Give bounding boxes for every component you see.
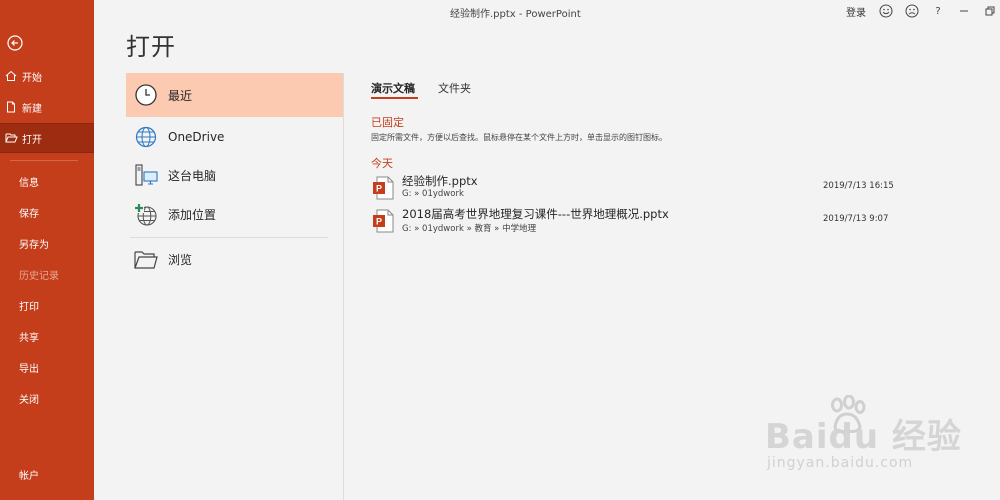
file-date: 2019/7/13 9:07	[823, 214, 889, 224]
file-name: 2018届高考世界地理复习课件---世界地理概况.pptx	[402, 207, 669, 221]
baidu-watermark: Baidu 经验 jingyan.baidu.com	[765, 395, 980, 490]
nav-item-history: 历史记录	[19, 270, 59, 282]
pptx-file-icon: P	[373, 176, 394, 200]
svg-text:P: P	[376, 184, 382, 194]
place-onedrive[interactable]: OneDrive	[126, 117, 343, 156]
minimize-icon[interactable]	[956, 3, 972, 19]
nav-item-account[interactable]: 帐户	[0, 459, 94, 489]
folder-icon	[126, 249, 166, 271]
nav-item-home[interactable]: 开始	[0, 61, 94, 91]
file-date: 2019/7/13 16:15	[823, 181, 894, 191]
nav-item-new[interactable]: 新建	[0, 92, 94, 122]
clock-icon	[126, 83, 166, 107]
titlebar-controls: 登录 ?	[846, 3, 1000, 19]
nav-item-print[interactable]: 打印	[0, 290, 94, 320]
add-location-icon	[126, 202, 166, 228]
computer-icon	[126, 163, 166, 189]
pinned-section-title: 已固定	[371, 116, 404, 129]
recent-file-row[interactable]: P 经验制作.pptx G: » 01ydwork 2019/7/13 16:1…	[368, 173, 908, 203]
globe-icon	[126, 125, 166, 149]
places-divider	[130, 237, 328, 238]
help-icon[interactable]: ?	[930, 3, 946, 19]
home-icon	[4, 69, 18, 83]
svg-text:P: P	[376, 217, 382, 227]
nav-item-open[interactable]: 打开	[0, 123, 94, 153]
tab-folders[interactable]: 文件夹	[438, 80, 471, 96]
watermark-url: jingyan.baidu.com	[767, 455, 914, 471]
nav-item-export[interactable]: 导出	[0, 352, 94, 382]
restore-icon[interactable]	[982, 3, 998, 19]
smile-feedback-icon[interactable]	[878, 3, 894, 19]
frown-feedback-icon[interactable]	[904, 3, 920, 19]
new-file-icon	[4, 100, 18, 114]
back-arrow-icon	[7, 35, 23, 51]
tab-underline	[371, 97, 418, 99]
pinned-hint: 固定所需文件，方便以后查找。鼠标悬停在某个文件上方时，单击显示的图钉图标。	[371, 133, 667, 142]
window-title: 经验制作.pptx - PowerPoint	[450, 9, 581, 20]
file-path: G: » 01ydwork » 教育 » 中学地理	[402, 224, 537, 234]
places-list: 最近 OneDrive 这台电脑 添加位置 浏览	[126, 73, 343, 279]
nav-item-share[interactable]: 共享	[0, 321, 94, 351]
nav-item-save-as[interactable]: 另存为	[0, 228, 94, 258]
nav-item-save[interactable]: 保存	[0, 197, 94, 227]
recent-file-row[interactable]: P 2018届高考世界地理复习课件---世界地理概况.pptx G: » 01y…	[368, 206, 908, 236]
place-add-location[interactable]: 添加位置	[126, 195, 343, 234]
login-link[interactable]: 登录	[846, 4, 866, 19]
pptx-file-icon: P	[373, 209, 394, 233]
backstage-nav: 开始 新建 打开 信息 保存 另存为 历史记录 打印 共享 导出 关闭 帐户	[0, 0, 94, 500]
place-this-pc[interactable]: 这台电脑	[126, 156, 343, 195]
open-folder-icon	[4, 131, 18, 145]
today-section-title: 今天	[371, 157, 393, 170]
nav-divider	[10, 160, 78, 161]
back-button[interactable]	[0, 32, 30, 54]
file-name: 经验制作.pptx	[402, 174, 478, 188]
nav-item-close[interactable]: 关闭	[0, 383, 94, 413]
panel-divider	[343, 73, 344, 500]
nav-item-info[interactable]: 信息	[0, 166, 94, 196]
file-path: G: » 01ydwork	[402, 189, 464, 199]
page-title: 打开	[126, 33, 176, 61]
tab-presentations[interactable]: 演示文稿	[371, 80, 415, 96]
place-browse[interactable]: 浏览	[126, 240, 343, 279]
watermark-text: Baidu 经验	[765, 417, 962, 457]
place-recent[interactable]: 最近	[126, 73, 343, 117]
